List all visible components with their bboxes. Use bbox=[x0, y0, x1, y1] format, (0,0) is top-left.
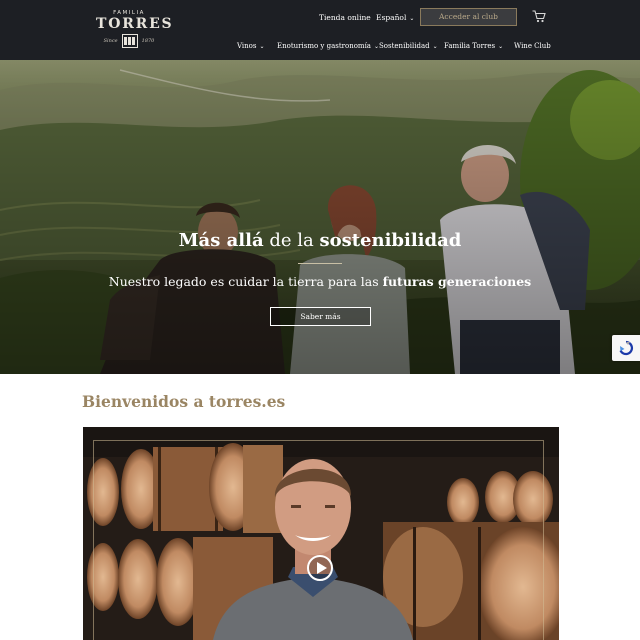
video-frame-border bbox=[93, 440, 544, 640]
chevron-down-icon: ⌄ bbox=[409, 15, 415, 22]
nav-item-vinos[interactable]: Vinos ⌄ bbox=[237, 40, 265, 52]
nav-item-sostenibilidad[interactable]: Sostenibilidad ⌄ bbox=[379, 40, 438, 52]
site-header: FAMILIA TORRES Since 1870 Tienda online … bbox=[0, 0, 640, 60]
hero-title: Más allá de la sostenibilidad bbox=[0, 230, 640, 252]
welcome-heading: Bienvenidos a torres.es bbox=[82, 392, 286, 411]
nav-item-familia-torres[interactable]: Familia Torres ⌄ bbox=[444, 40, 503, 52]
saber-mas-button[interactable]: Saber más bbox=[270, 307, 371, 326]
hero-subtitle-bold: futuras generaciones bbox=[382, 274, 532, 289]
nav-label: Wine Club bbox=[514, 42, 551, 50]
nav-label: Enoturismo y gastronomía bbox=[277, 42, 371, 50]
hero-title-mid: de la bbox=[263, 230, 320, 251]
familia-torres-logo[interactable]: FAMILIA TORRES Since 1870 bbox=[96, 10, 174, 52]
chevron-down-icon: ⌄ bbox=[259, 43, 265, 50]
hero-title-bold2: sostenibilidad bbox=[319, 230, 462, 251]
chevron-down-icon: ⌄ bbox=[432, 43, 438, 50]
hero-vineyard-photo bbox=[0, 60, 640, 374]
language-label: Español bbox=[376, 13, 407, 22]
recaptcha-icon bbox=[619, 340, 634, 356]
chevron-down-icon: ⌄ bbox=[498, 43, 504, 50]
logo-since-text: Since bbox=[103, 38, 118, 44]
welcome-video[interactable] bbox=[83, 427, 559, 640]
nav-label: Sostenibilidad bbox=[379, 42, 430, 50]
recaptcha-badge[interactable] bbox=[612, 335, 640, 361]
nav-item-enoturismo[interactable]: Enoturismo y gastronomía ⌄ bbox=[277, 40, 379, 52]
crest-icon bbox=[121, 34, 138, 48]
nav-label: Vinos bbox=[237, 42, 257, 50]
hero-subtitle-text: Nuestro legado es cuidar la tierra para … bbox=[108, 274, 383, 289]
club-login-button[interactable]: Acceder al club bbox=[420, 8, 517, 26]
language-selector[interactable]: Español ⌄ bbox=[376, 11, 414, 25]
logo-crest-row: Since 1870 bbox=[96, 34, 162, 48]
logo-year-text: 1870 bbox=[141, 38, 155, 44]
hero-divider bbox=[298, 263, 342, 264]
cart-icon[interactable] bbox=[532, 10, 546, 23]
online-store-link[interactable]: Tienda online bbox=[319, 11, 371, 25]
hero-subtitle: Nuestro legado es cuidar la tierra para … bbox=[0, 274, 640, 290]
logo-torres-text: TORRES bbox=[96, 16, 174, 32]
hero-banner: Más allá de la sostenibilidad Nuestro le… bbox=[0, 60, 640, 374]
play-icon[interactable] bbox=[307, 555, 333, 581]
hero-title-bold: Más allá bbox=[178, 230, 264, 251]
nav-item-wine-club[interactable]: Wine Club bbox=[514, 40, 551, 52]
nav-label: Familia Torres bbox=[444, 42, 496, 50]
